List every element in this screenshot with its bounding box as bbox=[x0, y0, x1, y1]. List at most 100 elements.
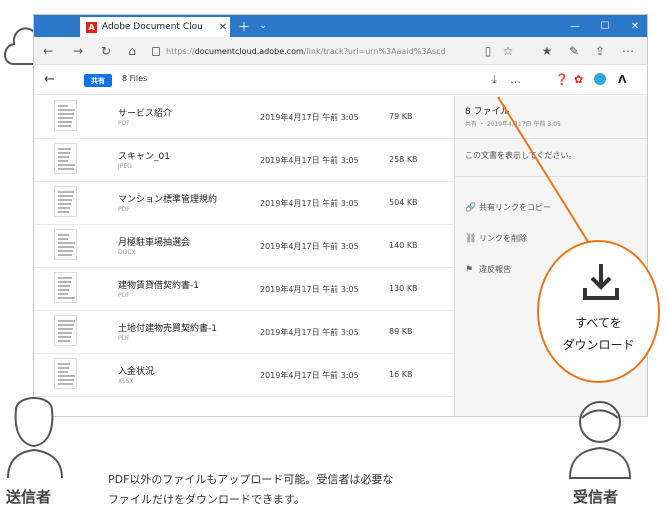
file-thumbnail bbox=[54, 186, 77, 217]
file-name: 入金状況 bbox=[118, 367, 155, 377]
file-list: サービス紹介 PDF 2019年4月17日 午前 3:05 79 KB スキャン_01 J… bbox=[34, 96, 454, 397]
file-type: XLSX bbox=[118, 378, 134, 385]
url-field[interactable]: https:// documentcloud.adobe.com /link/t… bbox=[152, 43, 478, 59]
file-size: 79 KB bbox=[389, 112, 413, 121]
flag-icon: ⚑ bbox=[465, 264, 474, 275]
file-type: PDF bbox=[118, 335, 130, 342]
divider bbox=[455, 176, 647, 177]
footnote-line2: ファイルだけをダウンロードできます。 bbox=[108, 493, 305, 506]
file-row[interactable]: スキャン_01 JPEG 2019年4月17日 午前 3:05 258 KB bbox=[34, 139, 454, 182]
file-size: 130 KB bbox=[389, 284, 418, 293]
reading-view-icon[interactable]: ▯ bbox=[480, 43, 496, 59]
file-type: JPEG bbox=[118, 163, 132, 170]
file-row[interactable]: 土地付建物売買契約書-1 PDF 2019年4月17日 午前 3:05 89 KB bbox=[34, 311, 454, 354]
file-name: 土地付建物売買契約書-1 bbox=[118, 324, 217, 334]
panel-title: 8 ファイル bbox=[465, 107, 510, 117]
file-date: 2019年4月17日 午前 3:05 bbox=[260, 199, 359, 208]
tab-list-chevron-icon[interactable]: ⌄ bbox=[256, 18, 270, 34]
maximize-icon[interactable]: ☐ bbox=[590, 15, 620, 37]
file-date: 2019年4月17日 午前 3:05 bbox=[260, 113, 359, 122]
notifications-icon[interactable]: ✿ bbox=[574, 73, 583, 86]
file-thumbnail bbox=[54, 100, 77, 131]
browser-tab[interactable]: A Adobe Document Clou ✕ bbox=[80, 17, 230, 37]
back-icon[interactable]: ← bbox=[40, 43, 56, 59]
file-row[interactable]: 入金状況 XLSX 2019年4月17日 午前 3:05 16 KB bbox=[34, 354, 454, 397]
file-size: 504 KB bbox=[389, 198, 418, 207]
panel-message: この文書を表示してください。 bbox=[465, 151, 577, 160]
download-icon bbox=[583, 264, 619, 300]
file-thumbnail bbox=[54, 315, 77, 346]
report-abuse-action[interactable]: ⚑ 違反報告 bbox=[465, 264, 511, 275]
url-domain: documentcloud.adobe.com bbox=[194, 46, 304, 56]
file-row[interactable]: 建物賃貸借契約書-1 PDF 2019年4月17日 午前 3:05 130 KB bbox=[34, 268, 454, 311]
remove-link-label: リンクを削除 bbox=[479, 234, 527, 243]
link-icon: 🔗 bbox=[465, 202, 477, 213]
file-type: PDF bbox=[118, 120, 130, 127]
app-back-icon[interactable]: ← bbox=[44, 72, 55, 87]
report-abuse-label: 違反報告 bbox=[479, 265, 511, 274]
more-options-icon[interactable]: … bbox=[510, 73, 521, 86]
avatar[interactable] bbox=[594, 73, 606, 88]
file-size: 16 KB bbox=[389, 370, 413, 379]
file-type: PDF bbox=[118, 206, 130, 213]
address-bar: ← → ↻ ⌂ https:// documentcloud.adobe.com… bbox=[34, 37, 647, 65]
file-name: スキャン_01 bbox=[118, 152, 170, 162]
new-tab-icon[interactable]: ＋ bbox=[236, 18, 252, 34]
sender-label: 送信者 bbox=[6, 488, 52, 506]
tab-close-icon[interactable]: ✕ bbox=[216, 22, 230, 33]
favorites-icon[interactable]: ★ bbox=[539, 43, 555, 59]
receiver-person-icon bbox=[568, 401, 632, 479]
file-date: 2019年4月17日 午前 3:05 bbox=[260, 328, 359, 337]
file-row[interactable]: マンション標準管理規約 PDF 2019年4月17日 午前 3:05 504 KB bbox=[34, 182, 454, 225]
divider bbox=[455, 138, 647, 139]
copy-link-action[interactable]: 🔗 共有リンクをコピー bbox=[465, 202, 551, 213]
footnote-line1: PDF以外のファイルもアップロード可能。受信者は必要な bbox=[108, 473, 394, 486]
url-prefix: https:// bbox=[166, 46, 195, 56]
footnote: PDF以外のファイルもアップロード可能。受信者は必要な ファイルだけをダウンロー… bbox=[108, 470, 558, 507]
receiver-label: 受信者 bbox=[573, 488, 619, 506]
help-icon[interactable]: ❓ bbox=[555, 73, 569, 86]
callout-line1: すべてを bbox=[575, 316, 622, 330]
file-thumbnail bbox=[54, 358, 77, 389]
app-toolbar: ← 共有 8 Files ⤓ … ❓ ✿ Λ bbox=[34, 65, 647, 95]
file-size: 258 KB bbox=[389, 155, 418, 164]
file-name: マンション標準管理規約 bbox=[118, 195, 218, 205]
copy-link-label: 共有リンクをコピー bbox=[479, 203, 551, 212]
download-all-icon[interactable]: ⤓ bbox=[492, 73, 497, 87]
file-date: 2019年4月17日 午前 3:05 bbox=[260, 371, 359, 380]
favorite-star-icon[interactable]: ☆ bbox=[500, 43, 516, 59]
sender-person-icon bbox=[7, 397, 63, 479]
file-row[interactable]: 月極駐車場抽選会 DOCX 2019年4月17日 午前 3:05 140 KB bbox=[34, 225, 454, 268]
pen-icon[interactable]: ✎ bbox=[566, 43, 582, 59]
shared-badge: 共有 bbox=[84, 74, 112, 87]
file-row[interactable]: サービス紹介 PDF 2019年4月17日 午前 3:05 79 KB bbox=[34, 96, 454, 139]
url-path: /link/track?uri=urn%3Aaaid%3Ascd bbox=[303, 46, 446, 56]
more-icon[interactable]: ⋯ bbox=[620, 43, 636, 59]
file-name: 月極駐車場抽選会 bbox=[118, 238, 191, 248]
file-count: 8 Files bbox=[122, 74, 148, 83]
minimize-icon[interactable]: — bbox=[560, 15, 590, 37]
close-window-icon[interactable]: ✕ bbox=[620, 15, 647, 37]
file-date: 2019年4月17日 午前 3:05 bbox=[260, 285, 359, 294]
unlink-icon: ⛓ bbox=[465, 233, 477, 244]
file-thumbnail bbox=[54, 143, 77, 174]
lock-icon bbox=[152, 46, 160, 56]
browser-titlebar: A Adobe Document Clou ✕ ＋ ⌄ — ☐ ✕ bbox=[34, 15, 647, 37]
file-date: 2019年4月17日 午前 3:05 bbox=[260, 156, 359, 165]
refresh-icon[interactable]: ↻ bbox=[98, 43, 114, 59]
remove-link-action[interactable]: ⛓ リンクを削除 bbox=[465, 233, 527, 244]
forward-icon[interactable]: → bbox=[70, 43, 86, 59]
file-name: サービス紹介 bbox=[118, 109, 173, 119]
file-thumbnail bbox=[54, 229, 77, 260]
file-size: 89 KB bbox=[389, 327, 413, 336]
file-thumbnail bbox=[54, 272, 77, 303]
file-size: 140 KB bbox=[389, 241, 418, 250]
file-type: DOCX bbox=[118, 249, 136, 256]
panel-subtitle: 共有 ・ 2019年4月17日 午前 3:05 bbox=[465, 121, 561, 128]
file-type: PDF bbox=[118, 292, 130, 299]
share-icon[interactable]: ⇪ bbox=[592, 43, 608, 59]
home-icon[interactable]: ⌂ bbox=[124, 43, 140, 59]
adobe-logo-icon: Λ bbox=[618, 73, 627, 86]
callout-line2: ダウンロード bbox=[562, 338, 635, 352]
adobe-icon: A bbox=[86, 21, 97, 33]
